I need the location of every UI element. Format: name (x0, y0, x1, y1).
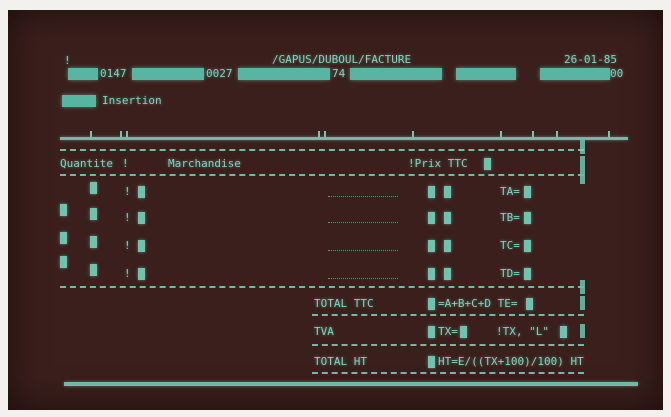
file-path: /GAPUS/DUBOUL/FACTURE (272, 53, 412, 66)
totals-bottom-line (312, 372, 584, 374)
quantity-cell[interactable] (90, 182, 97, 194)
price-cell[interactable] (428, 240, 435, 252)
date: 26-01-85 (564, 53, 617, 66)
row-separator: ! (124, 239, 131, 252)
total-ttc-value (526, 298, 533, 310)
ruler-tick (608, 131, 610, 137)
status-bar-block-6 (540, 68, 610, 80)
table-bottom-line (60, 286, 584, 288)
right-border (580, 156, 585, 170)
price-cell[interactable] (444, 212, 451, 224)
line-marker (60, 204, 67, 216)
price-cell[interactable] (428, 268, 435, 280)
ruler-tick (324, 131, 326, 137)
tva-label: TVA (314, 325, 334, 338)
total-ht-cell (428, 356, 435, 368)
total-ttc-cell (428, 298, 435, 310)
column-separator: ! (122, 157, 129, 170)
header-marker: ! (64, 54, 71, 67)
column-header-top (60, 149, 584, 151)
mode-label: Insertion (102, 94, 162, 107)
terminal-screen: ! /GAPUS/DUBOUL/FACTURE 26-01-85 0147 00… (8, 10, 663, 410)
status-field-d: 00 (610, 67, 624, 80)
ruler-tick (318, 131, 320, 137)
total-ttc-label: TOTAL TTC (314, 297, 374, 310)
ruler-tick (120, 131, 122, 137)
right-border (580, 296, 585, 310)
status-bar-block-1 (68, 68, 98, 80)
ruler-tick (500, 131, 502, 137)
status-bar-block-2 (132, 68, 204, 80)
tax-label: TA= (500, 185, 520, 198)
total-ht-label: TOTAL HT (314, 355, 367, 368)
status-bar-block-5 (456, 68, 516, 80)
totals-separator (312, 344, 584, 346)
total-ht-formula: HT=E/((TX+100)/100) HT (438, 355, 584, 368)
tva-value (460, 326, 467, 338)
totals-separator (312, 314, 584, 316)
tax-cell[interactable] (524, 212, 531, 224)
price-cell[interactable] (428, 212, 435, 224)
cursor-cell (484, 158, 491, 170)
ruler-tick (532, 131, 534, 137)
row-separator: ! (124, 267, 131, 280)
tva-formula: TX= (438, 325, 458, 338)
status-field-a: 0147 (100, 67, 127, 80)
tva-cell (428, 326, 435, 338)
marchandise-cell[interactable] (138, 186, 145, 198)
tax-label: TB= (500, 211, 520, 224)
ruler-line (60, 137, 628, 140)
ruler-tick (412, 131, 414, 137)
marchandise-cell[interactable] (138, 212, 145, 224)
row-leader (328, 222, 398, 223)
tva-extra: !TX, "L" (496, 325, 549, 338)
tax-cell[interactable] (524, 268, 531, 280)
row-leader (328, 278, 398, 279)
quantity-cell[interactable] (90, 264, 97, 276)
right-border (580, 140, 585, 154)
price-cell[interactable] (444, 268, 451, 280)
row-separator: ! (124, 185, 131, 198)
row-leader (328, 196, 398, 197)
tax-cell[interactable] (524, 240, 531, 252)
price-cell[interactable] (444, 240, 451, 252)
price-cell[interactable] (444, 186, 451, 198)
tva-extra-value (560, 326, 567, 338)
ruler-tick (126, 131, 128, 137)
column-quantite: Quantite (60, 157, 113, 170)
tax-label: TC= (500, 239, 520, 252)
column-header-bottom (60, 174, 584, 176)
column-prix: !Prix TTC (408, 157, 468, 170)
tax-cell[interactable] (524, 186, 531, 198)
row-separator: ! (124, 211, 131, 224)
total-ttc-formula: =A+B+C+D TE= (438, 297, 518, 310)
right-border (580, 170, 585, 184)
right-border (580, 324, 585, 338)
status-field-b: 0027 (206, 67, 233, 80)
tax-label: TD= (500, 267, 520, 280)
ruler-tick (556, 131, 558, 137)
mode-indicator (62, 95, 96, 107)
marchandise-cell[interactable] (138, 240, 145, 252)
marchandise-cell[interactable] (138, 268, 145, 280)
right-border (580, 280, 585, 294)
status-bar-block-3 (238, 68, 330, 80)
price-cell[interactable] (428, 186, 435, 198)
line-marker (60, 232, 67, 244)
status-bar-block-4 (350, 68, 442, 80)
column-marchandise: Marchandise (168, 157, 241, 170)
quantity-cell[interactable] (90, 208, 97, 220)
status-field-c: 74 (332, 67, 346, 80)
ruler-tick (90, 131, 92, 137)
line-marker (60, 256, 67, 268)
row-leader (328, 250, 398, 251)
footer-line (64, 382, 638, 386)
quantity-cell[interactable] (90, 236, 97, 248)
